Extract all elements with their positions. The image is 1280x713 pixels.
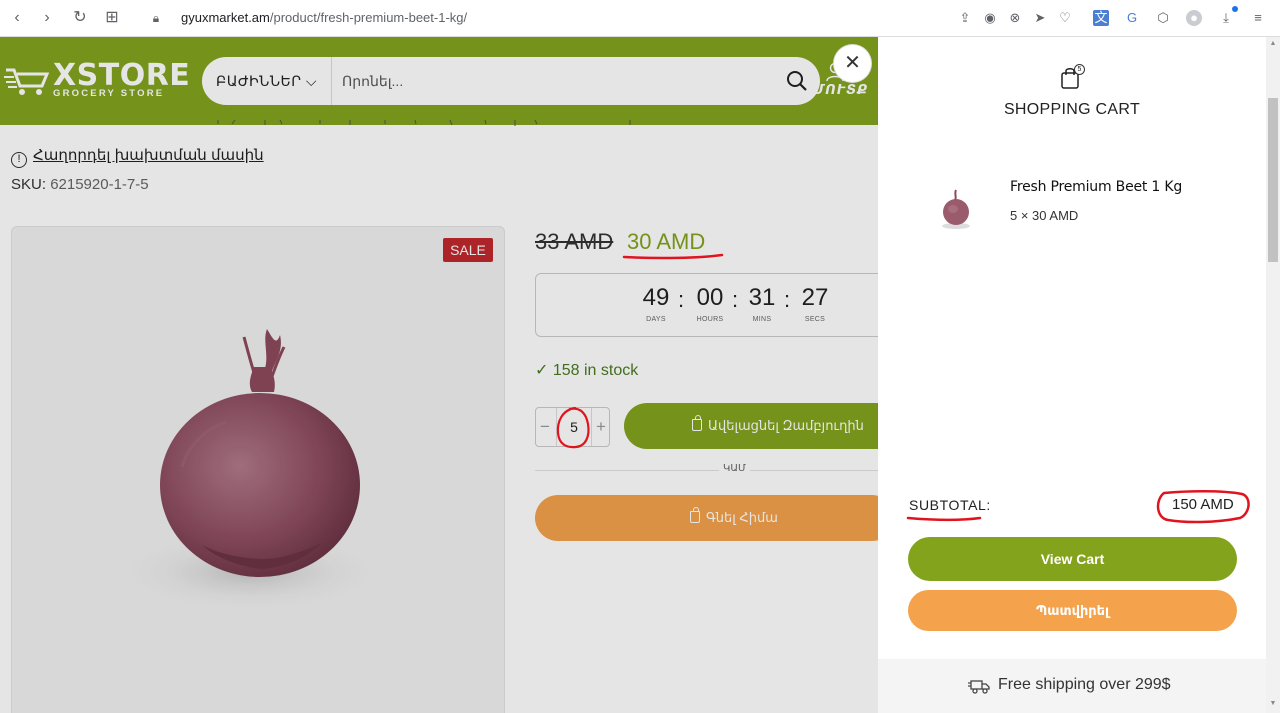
- google-translate-icon[interactable]: G: [1124, 10, 1140, 26]
- back-icon[interactable]: ‹: [8, 9, 26, 27]
- translate-ext-icon[interactable]: 文: [1093, 10, 1109, 26]
- scroll-down-arrow[interactable]: ▼: [1268, 700, 1278, 710]
- download-badge: [1232, 6, 1238, 12]
- page-overlay[interactable]: [0, 37, 878, 713]
- url-domain: gyuxmarket.am: [181, 10, 270, 25]
- close-icon: ✕: [844, 52, 861, 74]
- cart-item-name[interactable]: Fresh Premium Beet 1 Kg: [1010, 179, 1182, 195]
- checkout-button[interactable]: Պատվիրել: [908, 590, 1237, 631]
- camera-icon[interactable]: ◉: [982, 10, 998, 26]
- share-icon[interactable]: ⇪: [957, 10, 973, 26]
- cart-title: SHOPPING CART: [1003, 101, 1141, 118]
- close-cart-button[interactable]: ✕: [834, 45, 871, 82]
- truck-icon: [968, 680, 990, 694]
- scrollbar-thumb[interactable]: [1268, 98, 1278, 262]
- extensions-icon[interactable]: ⬡: [1155, 10, 1171, 26]
- address-bar[interactable]: gyuxmarket.am/product/fresh-premium-beet…: [181, 10, 467, 25]
- reload-icon[interactable]: ↻: [71, 9, 89, 27]
- tabs-grid-icon[interactable]: ⊞: [103, 9, 121, 27]
- send-icon[interactable]: ➤: [1032, 10, 1048, 26]
- view-cart-button[interactable]: View Cart: [908, 537, 1237, 581]
- cart-item-quantity-price: 5 × 30 AMD: [1010, 208, 1079, 223]
- scroll-up-arrow[interactable]: ▲: [1268, 40, 1278, 50]
- download-icon[interactable]: ⤓: [1218, 10, 1234, 26]
- url-path: /product/fresh-premium-beet-1-kg/: [269, 10, 468, 25]
- heart-icon[interactable]: ♡: [1057, 10, 1073, 26]
- subtotal-label: SUBTOTAL:: [909, 497, 991, 513]
- profile-avatar-icon[interactable]: ●: [1186, 10, 1202, 26]
- menu-icon[interactable]: ≡: [1250, 10, 1266, 26]
- browser-toolbar: ‹ › ↻ ⊞ 🔒︎ gyuxmarket.am/product/fresh-p…: [0, 0, 1280, 37]
- shield-icon[interactable]: ⊗: [1007, 10, 1023, 26]
- free-shipping-text: Free shipping over 299$: [998, 676, 1171, 693]
- lock-icon[interactable]: 🔒︎: [147, 9, 165, 27]
- cart-count-badge: 5: [1074, 64, 1085, 75]
- forward-icon[interactable]: ›: [38, 9, 56, 27]
- cart-item-thumbnail[interactable]: [936, 186, 976, 230]
- subtotal-value: 150 AMD: [1172, 496, 1234, 513]
